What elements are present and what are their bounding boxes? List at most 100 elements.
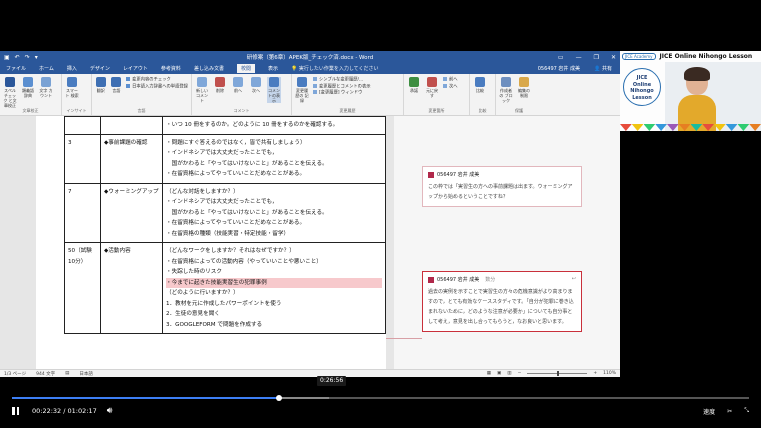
tab-mailings[interactable]: 差し込み文書	[194, 65, 224, 72]
delete-comment-button[interactable]: 削除	[213, 77, 227, 93]
share-button[interactable]: 👤 共有	[594, 65, 612, 72]
tab-file[interactable]: ファイル	[6, 65, 26, 72]
track-changes-button[interactable]: 変更履歴の 記録	[295, 77, 309, 103]
web-layout-icon[interactable]: ▥	[507, 371, 511, 376]
reject-button[interactable]: 元に戻す	[425, 77, 439, 98]
table-cell-content[interactable]: （どんなワークをしますか？それはなぜですか？） ・在留資格によっての活動内容（や…	[162, 242, 386, 334]
next-comment-button[interactable]: 次へ	[249, 77, 263, 93]
comment-balloon-active[interactable]: ↩ 056497 岩井 成美 数分 過去の実例を示すことで実習生の方々の危機意識が…	[422, 271, 582, 332]
content-line: 3．GOOGLEFORM で問題を作成する	[166, 321, 263, 328]
language-label: 言語	[112, 88, 121, 93]
lesson-logo: JICE Online Nihongo Lesson	[623, 68, 661, 106]
tell-me-box[interactable]: 💡 実行したい作業を入力してください	[291, 65, 379, 72]
language-button[interactable]: 言語	[111, 77, 123, 93]
tab-review[interactable]: 校閲	[236, 64, 255, 73]
spelling-icon	[5, 77, 15, 87]
markup-select-label: シンプルな変更履歴/...	[319, 77, 364, 83]
table-cell-time[interactable]	[64, 116, 101, 135]
content-line: 国がかわると「やってはいけないこと」があることを伝える。	[166, 160, 328, 167]
group-label: インサイト	[66, 108, 87, 113]
speed-button[interactable]: 速度	[703, 407, 715, 416]
print-layout-icon[interactable]: ▣	[497, 371, 501, 376]
table-cell-time[interactable]: 3	[64, 133, 101, 184]
read-mode-icon[interactable]: ▦	[487, 371, 491, 376]
content-line: ・インドネシアでは大丈夫だったことでも，	[166, 150, 278, 156]
compare-button[interactable]: 比較	[473, 77, 487, 93]
proofing-icon[interactable]: ▤	[65, 371, 69, 376]
table-cell-content[interactable]: （どんな対話をしますか？） ・インドネシアでは大丈夫だったことでも， 国がかわる…	[162, 182, 386, 243]
content-line: ・いつ 10 冊をするのか。どのように 10 冊をするのかを確認する。	[166, 122, 339, 128]
share-label: 共有	[601, 66, 612, 72]
tab-insert[interactable]: 挿入	[67, 65, 77, 72]
page-count[interactable]: 1/3 ページ	[4, 371, 26, 377]
translate-button[interactable]: 翻訳	[95, 77, 107, 93]
show-comments-button[interactable]: コメントの表示	[267, 77, 281, 103]
player-right-controls: 速度 ✂ ⤡	[703, 407, 749, 416]
group-label: 言語	[137, 108, 146, 113]
thesaurus-button[interactable]: 類義語 辞典	[21, 77, 35, 98]
compare-icon	[475, 77, 485, 87]
table-cell-content[interactable]: ・いつ 10 冊をするのか。どのように 10 冊をするのかを確認する。	[162, 116, 386, 135]
reply-icon[interactable]: ↩	[572, 276, 576, 282]
table-cell-title[interactable]	[100, 116, 163, 135]
fullscreen-exit-icon[interactable]: ⤡	[744, 407, 749, 415]
played-bar	[12, 397, 279, 399]
comment-balloon[interactable]: 056497 岩井 成美 この枠では「実習生の方への事前課題は出ます。ウォーミン…	[422, 166, 582, 207]
table-cell-title[interactable]: ◆ウォーミングアップ	[100, 182, 163, 243]
tab-layout[interactable]: レイアウト	[123, 65, 148, 72]
commented-text[interactable]: ・今までに起きた技能実習生の犯罪事例	[166, 277, 382, 288]
block-authors-button[interactable]: 作成者の ブロック	[499, 77, 513, 103]
previous-comment-button[interactable]: 前へ	[231, 77, 245, 93]
pause-icon[interactable]	[12, 407, 20, 415]
time-display: 00:22:32 / 01:02:17	[32, 407, 97, 415]
zoom-slider[interactable]	[527, 371, 588, 376]
table-cell-content[interactable]: ・問題にすぐ答えるのではなく，皆で共有しましょう） ・インドネシアでは大丈夫だっ…	[162, 133, 386, 184]
tab-home[interactable]: ホーム	[39, 65, 54, 72]
status-bar: 1/3 ページ 944 文字 ▤ 日本語 ▦ ▣ ▥ − + 110%	[0, 369, 620, 377]
document-area[interactable]: ・いつ 10 冊をするのか。どのように 10 冊をするのかを確認する。 3 ◆事…	[0, 116, 620, 369]
smart-lookup-button[interactable]: スマート 検索	[65, 77, 79, 98]
accept-button[interactable]: 承諾	[407, 77, 421, 93]
webcam-overlay: JICE Academy JICE Online Nihongo Lesson …	[620, 51, 761, 131]
reviewing-pane-button[interactable]: [変更履歴] ウィンドウ	[313, 90, 371, 97]
seek-bar[interactable]	[12, 395, 749, 401]
ribbon: スペル チェック と文章校正 類義語 辞典 文字 カウント 文章校正 スマート …	[0, 74, 620, 116]
document-page[interactable]: ・いつ 10 冊をするのか。どのように 10 冊をするのかを確認する。 3 ◆事…	[36, 116, 386, 369]
tab-references[interactable]: 参考資料	[161, 65, 181, 72]
table-cell-time[interactable]: 7	[64, 182, 101, 243]
zoom-level[interactable]: 110%	[603, 371, 616, 376]
group-label: 保護	[515, 108, 523, 113]
content-line: ・在留資格の種類（技能実習・特定技能・留学）	[166, 230, 290, 237]
new-comment-button[interactable]: 新しい コメント	[195, 77, 209, 103]
reject-label: 元に戻す	[426, 88, 438, 98]
accept-icon	[409, 77, 419, 87]
content-line: （どんな対話をしますか？）	[166, 188, 239, 195]
translate-icon	[95, 77, 106, 87]
spelling-button[interactable]: スペル チェック と文章校正	[3, 77, 17, 108]
settings-icon[interactable]: ✂	[727, 408, 732, 415]
word-count-button[interactable]: 文字 カウント	[39, 77, 53, 98]
table-cell-title[interactable]: ◆活動内容	[100, 242, 163, 334]
seek-handle[interactable]	[275, 395, 282, 401]
user-name[interactable]: 056497 岩井 成美	[538, 65, 580, 72]
table-cell-title[interactable]: ◆事前課題の確認	[100, 133, 163, 184]
changes-small-buttons: 前へ 次へ	[443, 77, 458, 90]
previous-comment-icon	[233, 77, 243, 87]
tab-design[interactable]: デザイン	[90, 65, 110, 72]
volume-icon[interactable]: 🔊︎	[107, 406, 113, 416]
zoom-in-icon[interactable]: +	[593, 371, 597, 376]
delete-comment-label: 削除	[216, 88, 224, 93]
tab-view[interactable]: 表示	[268, 65, 278, 72]
next-change-button[interactable]: 次へ	[443, 83, 458, 91]
lesson-logo-line: Lesson	[632, 94, 652, 101]
table-cell-time[interactable]: 50（試験10分）	[64, 242, 101, 334]
group-comments: 新しい コメント 削除 前へ 次へ コメントの表示 コメント	[192, 74, 292, 115]
restrict-editing-button[interactable]: 編集の 制限	[517, 77, 531, 98]
dictionary-button[interactable]: 日本語入力辞書への単語登録	[126, 83, 188, 91]
word-count[interactable]: 944 文字	[36, 371, 55, 377]
zoom-slider-thumb[interactable]	[557, 371, 560, 376]
seek-time-tooltip: 0:26:56	[317, 376, 347, 386]
show-comments-icon	[269, 77, 279, 87]
zoom-out-icon[interactable]: −	[518, 371, 522, 376]
language-status[interactable]: 日本語	[79, 371, 93, 377]
